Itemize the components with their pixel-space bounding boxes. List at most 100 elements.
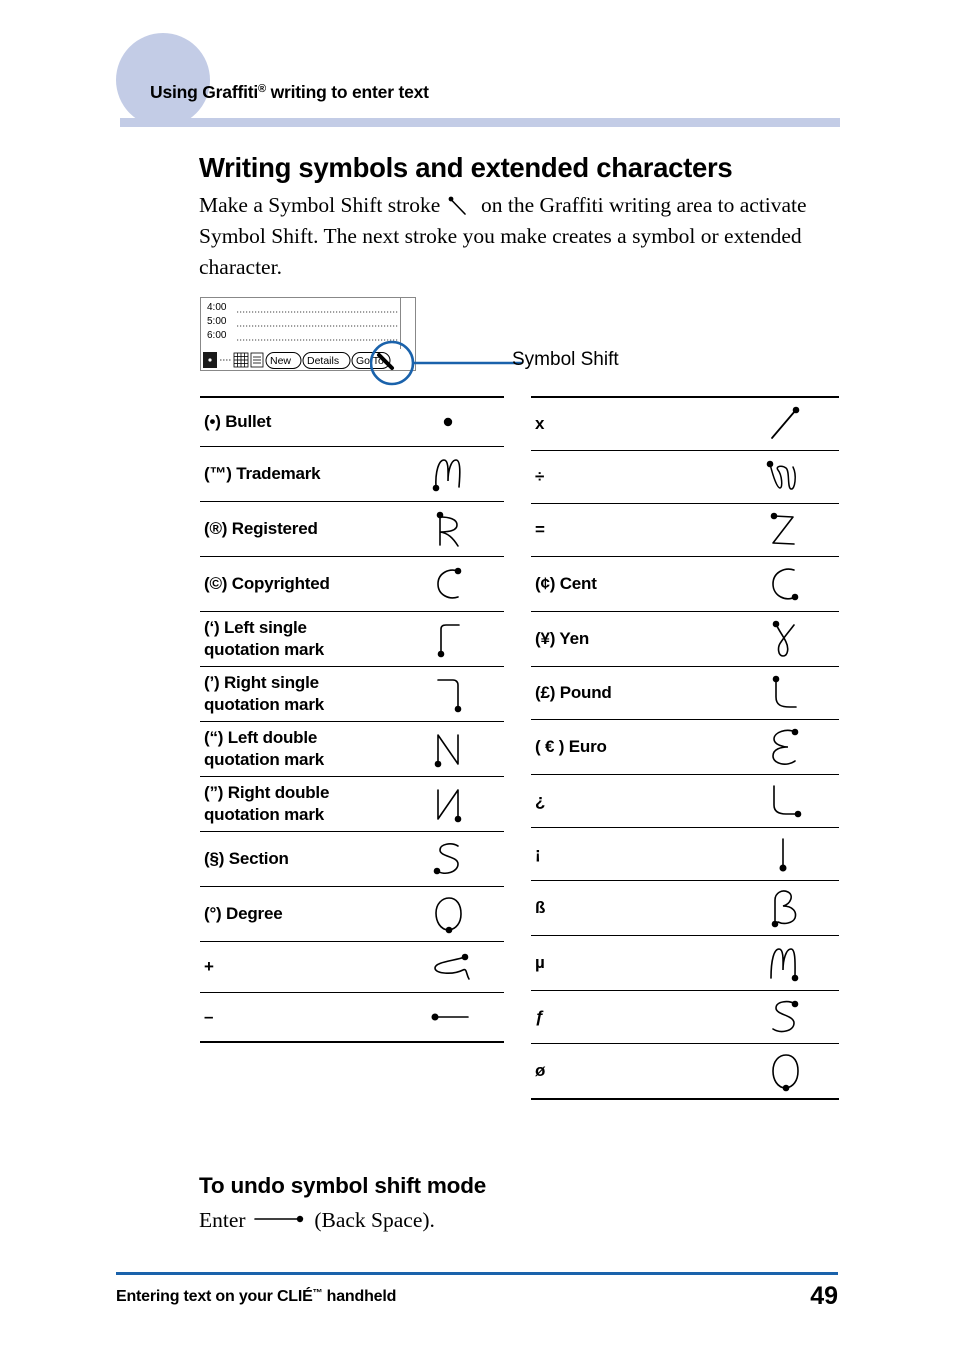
stroke-pound-icon (727, 666, 839, 720)
table-row: (¢) Cent (531, 556, 839, 612)
undo-text-before: Enter (199, 1208, 251, 1232)
symbol-label-line1: (“) Left double (204, 728, 318, 747)
table-row: ß (531, 880, 839, 936)
footer-rule (116, 1272, 838, 1275)
table-row: (“) Left double quotation mark (200, 721, 504, 777)
symbol-label: (’) Right single quotation mark (200, 666, 392, 722)
symbol-label: (£) Pound (531, 666, 727, 720)
symbol-label: (¢) Cent (531, 556, 727, 612)
table-row: (©) Copyrighted (200, 556, 504, 612)
stroke-oslash-icon (727, 1043, 839, 1100)
table-row: (°) Degree (200, 886, 504, 942)
symbol-label-line1: (§) Section (204, 849, 289, 868)
symbol-label-line1: (•) Bullet (204, 412, 272, 431)
symbol-label-line1: ø (535, 1061, 546, 1080)
stroke-minus-icon (392, 992, 504, 1043)
symbol-label: + (200, 941, 392, 993)
symbol-label-line1: (”) Right double (204, 783, 330, 802)
symbol-label-line1: – (204, 1007, 214, 1026)
stroke-registered-icon (392, 501, 504, 557)
table-row: µ (531, 935, 839, 991)
symbol-label: (°) Degree (200, 886, 392, 942)
intro-paragraph: Make a Symbol Shift stroke on the Graffi… (199, 190, 839, 283)
symbol-label: ¿ (531, 774, 727, 828)
page-header: Using Graffiti® writing to enter text (0, 0, 954, 130)
footer-text: Entering text on your CLIÉ™ handheld (116, 1288, 396, 1306)
symbol-label-line1: (°) Degree (204, 904, 283, 923)
table-row: x (531, 396, 839, 451)
table-row: (•) Bullet (200, 396, 504, 447)
symbol-label: – (200, 992, 392, 1043)
stroke-inverted-exclamation-icon (727, 827, 839, 881)
stroke-multiply-icon (727, 396, 839, 451)
symbol-label-line1: ¡ (535, 844, 541, 863)
symbol-label: ø (531, 1043, 727, 1100)
symbol-label: (‘) Left single quotation mark (200, 611, 392, 667)
registered-mark-icon: ® (258, 83, 266, 95)
table-row: (”) Right double quotation mark (200, 776, 504, 832)
table-row: (™) Trademark (200, 446, 504, 502)
running-head-main: Using Graffiti (150, 82, 259, 102)
symbol-label: ¡ (531, 827, 727, 881)
stroke-euro-icon (727, 719, 839, 775)
undo-section-text: Enter (Back Space). (199, 1206, 435, 1233)
table-row: (‘) Left single quotation mark (200, 611, 504, 667)
table-row: ƒ (531, 990, 839, 1044)
symbol-label: ƒ (531, 990, 727, 1044)
svg-text:6:00: 6:00 (207, 330, 227, 341)
symbol-label-line1: ƒ (535, 1007, 545, 1026)
page-title: Writing symbols and extended characters (199, 152, 733, 183)
symbol-label-line1: (¥) Yen (535, 629, 590, 648)
stroke-micro-icon (727, 935, 839, 991)
symbol-label-line1: = (535, 520, 545, 539)
table-row: ¡ (531, 827, 839, 881)
stroke-divide-icon (727, 450, 839, 504)
undo-section-heading: To undo symbol shift mode (199, 1173, 487, 1198)
symbol-label-line1: ÷ (535, 467, 545, 486)
stroke-eszett-icon (727, 880, 839, 936)
stroke-left-single-quote-icon (392, 611, 504, 667)
symbol-label-line1: ¿ (535, 791, 546, 810)
pda-button-details: Details (307, 355, 339, 367)
table-row: – (200, 992, 504, 1043)
stroke-florin-icon (727, 990, 839, 1044)
running-head-rest: writing to enter text (265, 82, 429, 102)
table-row: (’) Right single quotation mark (200, 666, 504, 722)
symbol-label-line2: quotation mark (204, 695, 324, 714)
symbol-label-line1: (¢) Cent (535, 574, 597, 593)
symbol-label: (¥) Yen (531, 611, 727, 667)
stroke-section-icon (392, 831, 504, 887)
symbol-label: (®) Registered (200, 501, 392, 557)
symbol-label: (•) Bullet (200, 396, 392, 447)
symbol-label-line2: quotation mark (204, 640, 324, 659)
symbol-label: (™) Trademark (200, 446, 392, 502)
running-head: Using Graffiti® writing to enter text (150, 82, 429, 102)
stroke-inverted-question-icon (727, 774, 839, 828)
symbol-shift-stroke-icon (446, 194, 476, 215)
stroke-yen-icon (727, 611, 839, 667)
symbol-label: ß (531, 880, 727, 936)
header-decoration-circle (116, 33, 210, 127)
svg-text:4:00: 4:00 (207, 302, 227, 313)
symbol-label-line1: ß (535, 898, 546, 917)
symbol-label-line1: (®) Registered (204, 519, 318, 538)
symbol-label-line2: quotation mark (204, 805, 324, 824)
footer-text-main: Entering text on your CLIÉ (116, 1288, 313, 1305)
symbol-label: (§) Section (200, 831, 392, 887)
callout-line (370, 340, 522, 386)
header-accent-bar (120, 118, 840, 127)
symbol-label: x (531, 396, 727, 451)
table-row: (¥) Yen (531, 611, 839, 667)
table-row: ( € ) Euro (531, 719, 839, 775)
symbol-label-line1: (£) Pound (535, 683, 612, 702)
symbol-table-left: (•) Bullet (™) Trademark (®) Registered … (200, 396, 504, 1043)
stroke-copyright-icon (392, 556, 504, 612)
stroke-cent-icon (727, 556, 839, 612)
stroke-degree-icon (392, 886, 504, 942)
undo-text-after: (Back Space). (308, 1208, 435, 1232)
callout-label: Symbol Shift (512, 349, 619, 370)
pda-button-new: New (270, 355, 291, 367)
table-row: = (531, 503, 839, 557)
symbol-label: (”) Right double quotation mark (200, 776, 392, 832)
illustration-group: 4:00 5:00 6:00 New Details Go To Symbol … (200, 297, 840, 387)
